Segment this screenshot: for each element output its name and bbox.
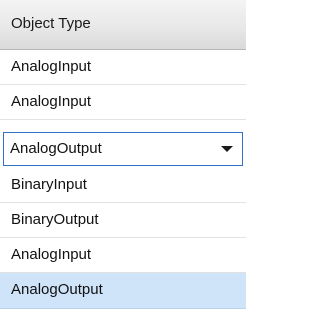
object-type-cell: AnalogInput: [11, 93, 92, 110]
object-type-cell: BinaryOutput: [11, 211, 99, 228]
table-row[interactable]: AnalogInput: [0, 85, 246, 120]
chevron-down-icon[interactable]: [221, 146, 233, 152]
column-header-object-type[interactable]: Object Type: [0, 0, 246, 50]
dropdown-selected-value: AnalogOutput: [10, 140, 102, 157]
object-type-dropdown[interactable]: AnalogOutput: [3, 132, 243, 166]
object-type-cell: AnalogInput: [11, 58, 92, 75]
object-type-cell: AnalogInput: [11, 246, 92, 263]
object-type-grid: Object Type AnalogInput AnalogInput Anal…: [0, 0, 246, 325]
table-row[interactable]: AnalogInput: [0, 50, 246, 85]
table-row[interactable]: AnalogInput: [0, 238, 246, 273]
column-header-label: Object Type: [11, 15, 91, 32]
object-type-cell: BinaryInput: [11, 176, 87, 193]
table-row-selected[interactable]: AnalogOutput: [0, 273, 246, 309]
table-row[interactable]: BinaryOutput: [0, 203, 246, 238]
table-row[interactable]: BinaryInput: [0, 168, 246, 203]
object-type-cell: AnalogOutput: [11, 281, 103, 298]
